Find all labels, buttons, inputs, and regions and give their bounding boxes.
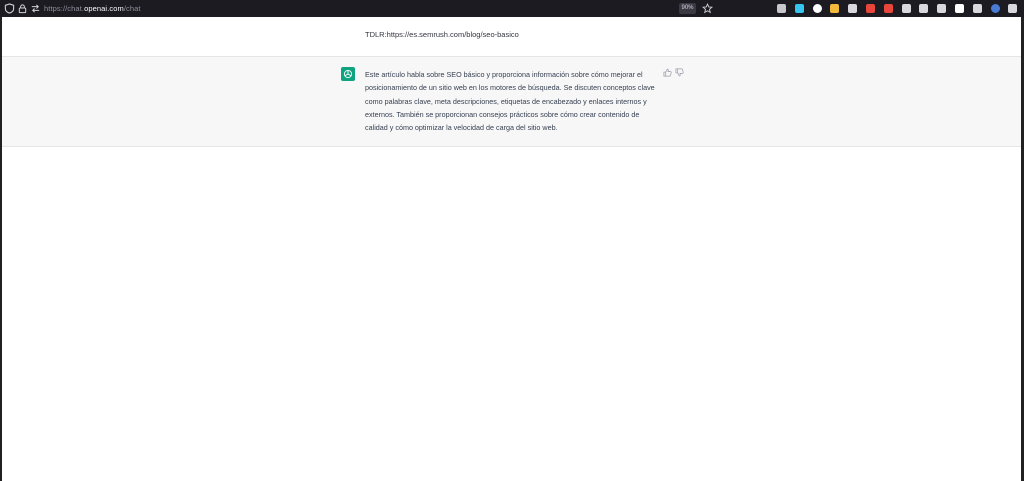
window-icon[interactable] xyxy=(901,4,911,13)
chatgpt-avatar xyxy=(341,67,355,81)
browser-toolbar: https://chat.openai.com/chat 90% xyxy=(0,0,1024,17)
sidebar-icon[interactable] xyxy=(848,4,858,13)
permissions-icon[interactable] xyxy=(30,3,41,14)
pocket-icon[interactable] xyxy=(777,4,786,13)
image-icon[interactable] xyxy=(919,4,929,13)
user-message-row: TDLR:https://es.semrush.com/blog/seo-bas… xyxy=(2,17,1021,57)
puzzle-icon[interactable] xyxy=(1008,4,1018,13)
thumbs-up-icon[interactable] xyxy=(663,68,672,77)
openai-logo-icon xyxy=(343,69,353,79)
url-path: /chat xyxy=(123,4,141,13)
assistant-message: Este artículo habla sobre SEO básico y p… xyxy=(365,70,655,133)
bookmark-star-icon[interactable] xyxy=(702,3,713,14)
user-message: TDLR:https://es.semrush.com/blog/seo-bas… xyxy=(365,30,519,39)
pencil-icon[interactable] xyxy=(830,4,840,13)
extension-badge-icon[interactable] xyxy=(812,4,822,13)
thumbs-down-icon[interactable] xyxy=(675,68,684,77)
info-icon[interactable] xyxy=(955,4,964,13)
grid-icon[interactable] xyxy=(937,4,947,13)
red-flag-icon[interactable] xyxy=(866,4,875,13)
url-prefix: https://chat. xyxy=(44,4,85,13)
assistant-message-row: Este artículo habla sobre SEO básico y p… xyxy=(2,57,1021,147)
zoom-level-badge[interactable]: 90% xyxy=(679,3,696,14)
download-icon[interactable] xyxy=(794,4,804,13)
account-icon[interactable] xyxy=(990,4,1000,13)
shield-icon[interactable] xyxy=(4,3,15,14)
record-icon[interactable] xyxy=(883,4,893,13)
url-bar[interactable]: https://chat.openai.com/chat xyxy=(44,2,141,15)
lock-icon[interactable] xyxy=(17,3,28,14)
url-host: openai.com xyxy=(84,4,124,13)
list-icon[interactable] xyxy=(972,4,982,13)
